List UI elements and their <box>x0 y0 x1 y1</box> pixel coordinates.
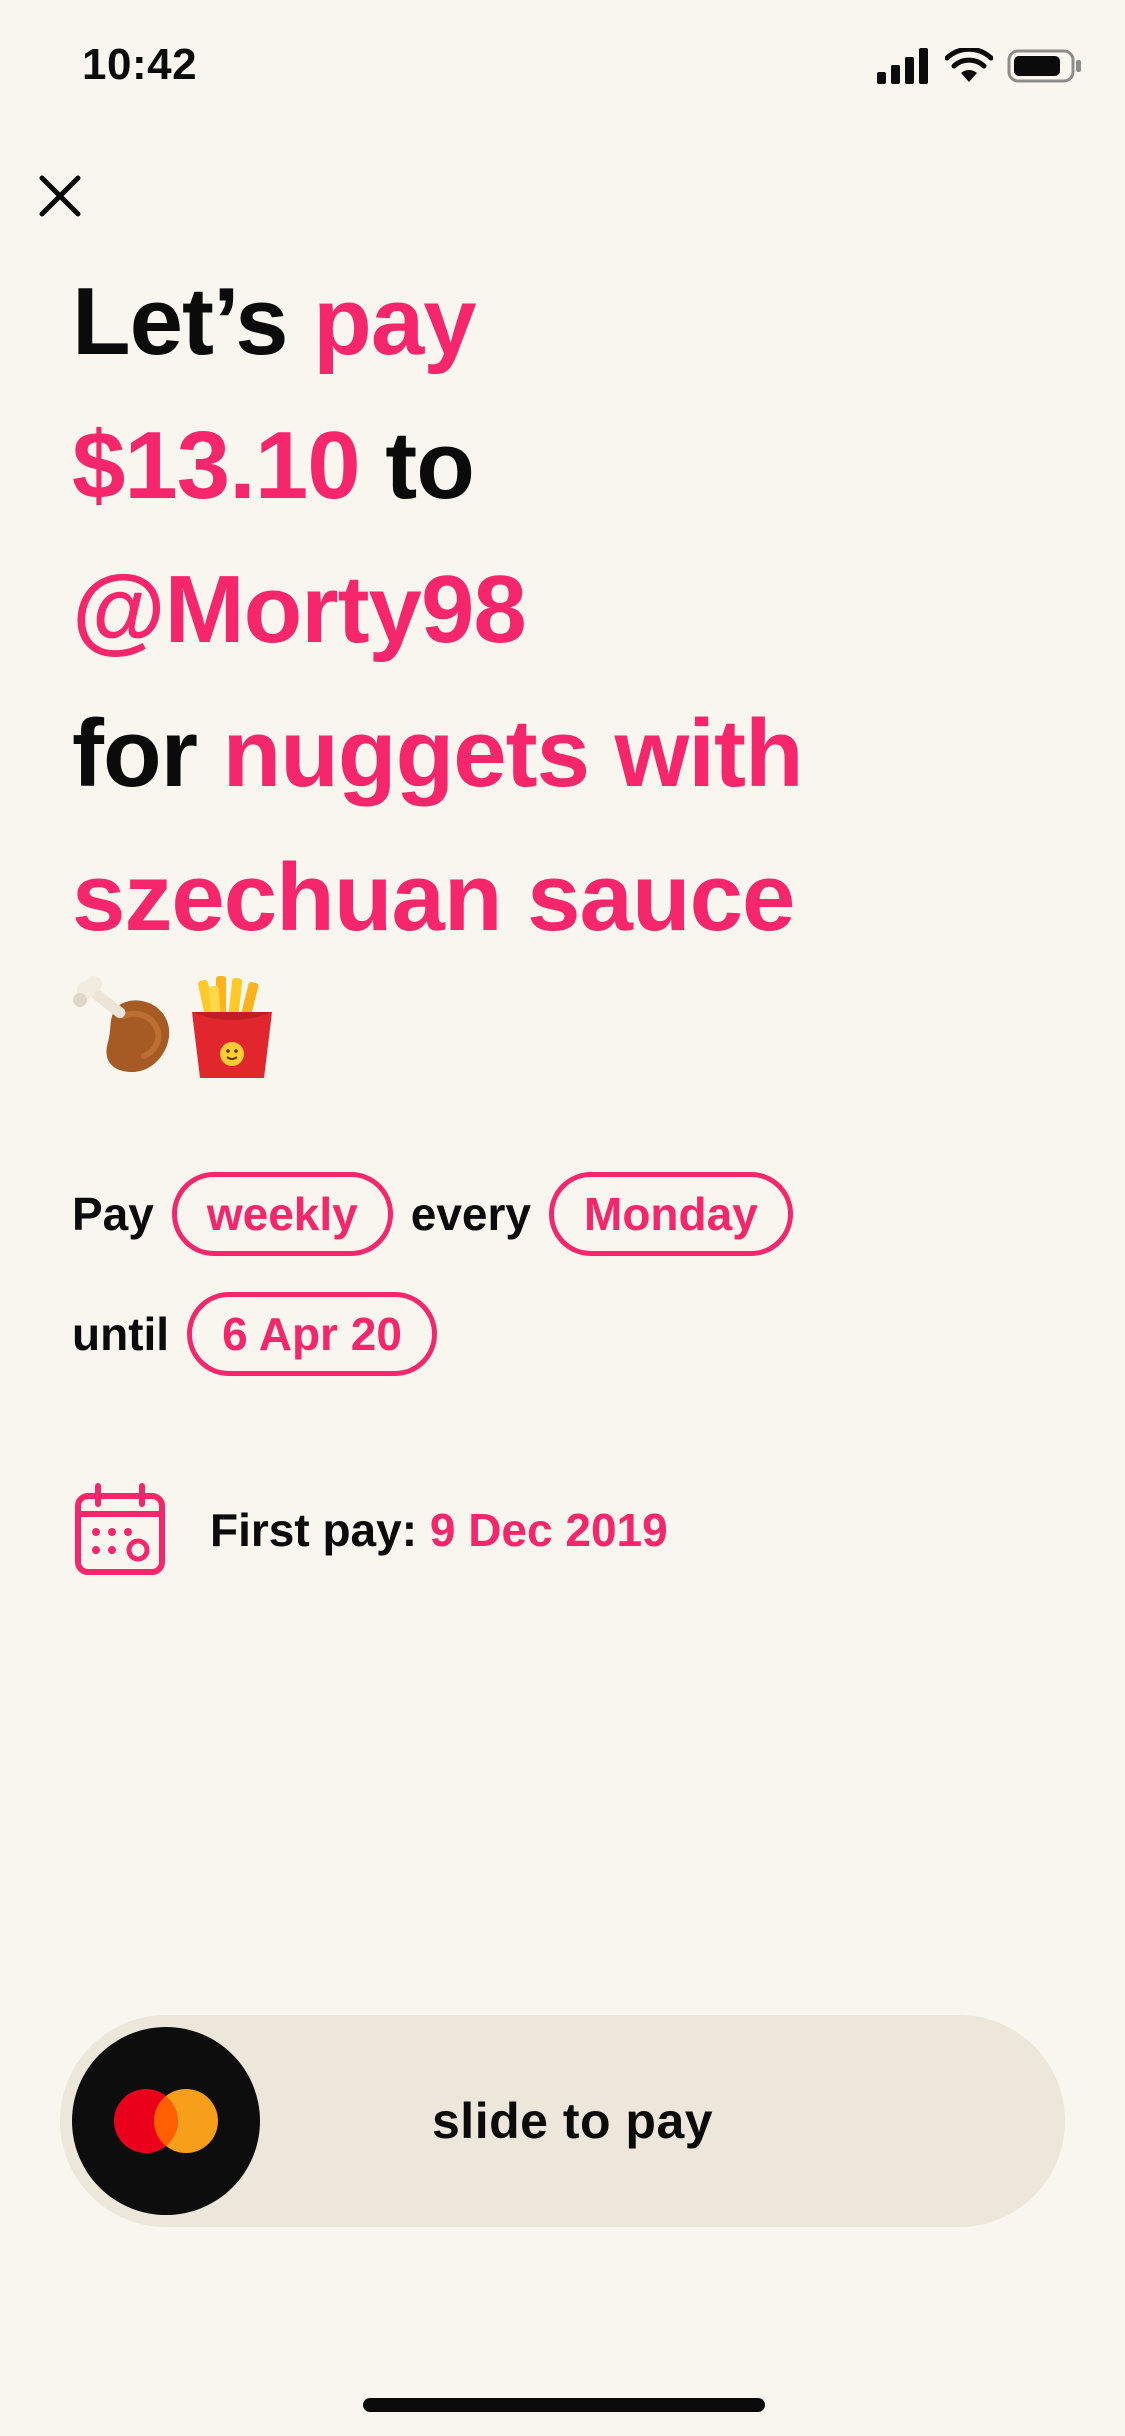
headline-line-2: $13.10 to <box>72 394 1072 538</box>
payment-screen: 10:42 Let’s pay $13.10 to @Morty98 for n… <box>0 0 1125 2436</box>
mastercard-logo <box>114 2089 218 2153</box>
home-indicator <box>363 2398 765 2412</box>
schedule-row-frequency: Pay weekly every Monday <box>72 1168 811 1260</box>
headline-line-5: szechuan sauce <box>72 826 1072 970</box>
amount-text[interactable]: $13.10 <box>72 412 361 519</box>
slide-to-pay-label: slide to pay <box>432 2093 714 2149</box>
headline-line-1: Let’s pay <box>72 250 1072 394</box>
status-icons <box>877 46 1083 89</box>
first-pay-label: First pay: <box>210 1504 418 1556</box>
status-time: 10:42 <box>82 40 198 89</box>
recipient-text[interactable]: @Morty98 <box>72 556 527 663</box>
wifi-icon <box>944 46 994 89</box>
item-emojis <box>72 975 280 1085</box>
every-word: every <box>410 1188 531 1240</box>
until-word: until <box>72 1308 170 1360</box>
to-text: to <box>385 412 475 519</box>
close-icon <box>39 175 81 217</box>
payment-summary-headline: Let’s pay $13.10 to @Morty98 for nuggets… <box>72 250 1072 970</box>
first-pay-row[interactable]: First pay: 9 Dec 2019 <box>72 1482 668 1578</box>
fries-emoji <box>184 976 280 1085</box>
pay-word: Pay <box>72 1188 154 1240</box>
item-text-line-1[interactable]: nuggets with <box>223 700 804 807</box>
day-pill[interactable]: Monday <box>549 1172 793 1256</box>
slide-to-pay-track[interactable]: slide to pay <box>60 2015 1065 2227</box>
for-text: for <box>72 700 198 807</box>
frequency-pill[interactable]: weekly <box>171 1172 393 1256</box>
slide-to-pay-thumb[interactable] <box>72 2027 260 2215</box>
end-date-pill[interactable]: 6 Apr 20 <box>187 1292 437 1376</box>
schedule-row-until: until 6 Apr 20 <box>72 1288 811 1380</box>
close-button[interactable] <box>34 170 86 222</box>
headline-line-3: @Morty98 <box>72 538 1072 682</box>
pay-text: pay <box>313 268 476 375</box>
headline-line-4: for nuggets with <box>72 682 1072 826</box>
item-text-line-2[interactable]: szechuan sauce <box>72 844 795 951</box>
poultry-leg-emoji <box>72 976 176 1085</box>
battery-icon <box>1007 48 1083 89</box>
first-pay-date[interactable]: 9 Dec 2019 <box>430 1504 668 1556</box>
calendar-icon <box>75 1483 165 1575</box>
lets-text: Let’s <box>72 268 288 375</box>
signal-icon <box>877 48 931 89</box>
first-pay-text: First pay: 9 Dec 2019 <box>210 1503 668 1557</box>
schedule-sentence: Pay weekly every Monday until 6 Apr 20 <box>72 1168 811 1408</box>
